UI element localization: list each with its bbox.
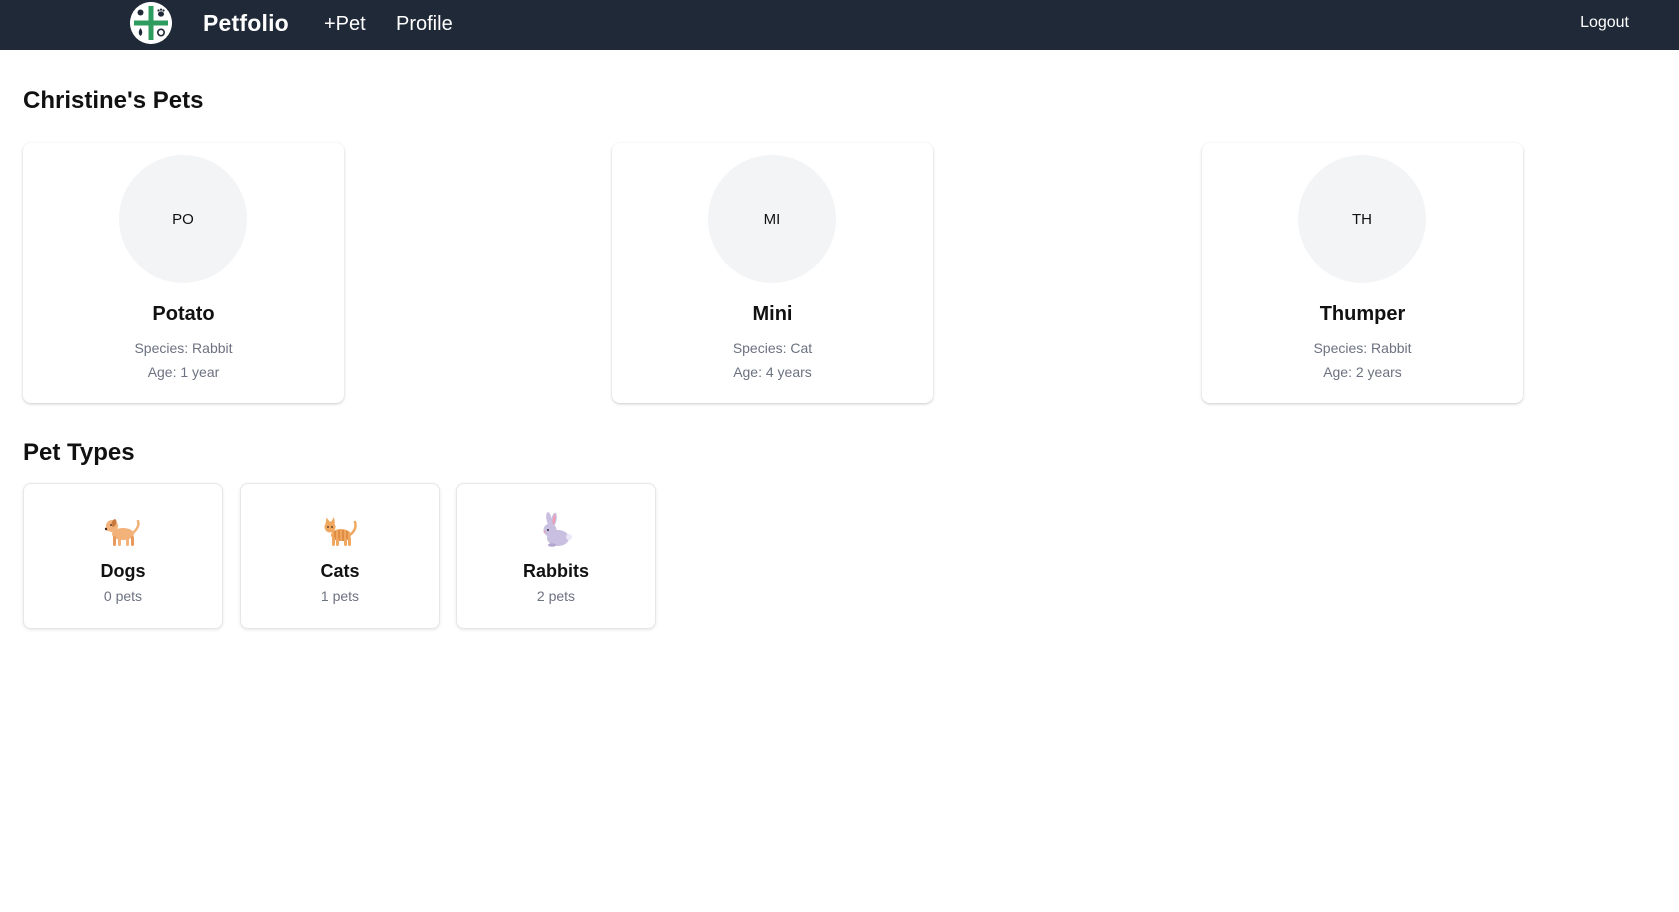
pet-avatar: MI xyxy=(708,155,836,283)
pet-types-section-title: Pet Types xyxy=(23,439,135,466)
cat-icon xyxy=(324,517,357,546)
pets-section-title: Christine's Pets xyxy=(23,87,204,114)
pet-avatar: PO xyxy=(119,155,247,283)
petfolio-logo-icon[interactable] xyxy=(130,2,172,44)
pet-type-count: 0 pets xyxy=(103,588,143,604)
pet-species: Species: Cat xyxy=(732,340,813,356)
pet-type-count: 1 pets xyxy=(320,588,360,604)
pet-type-card-rabbits[interactable]: Rabbits 2 pets xyxy=(456,483,656,629)
pet-type-count: 2 pets xyxy=(536,588,576,604)
profile-link[interactable]: Profile xyxy=(396,13,453,36)
pet-avatar: TH xyxy=(1298,155,1426,283)
rabbit-icon xyxy=(543,512,572,547)
top-navbar: Petfolio +Pet Profile Logout xyxy=(0,0,1679,50)
dog-icon xyxy=(104,519,140,546)
pet-species: Species: Rabbit xyxy=(134,340,233,356)
pet-card-thumper[interactable]: TH Thumper Species: Rabbit Age: 2 years xyxy=(1202,143,1523,403)
logout-link[interactable]: Logout xyxy=(1580,14,1629,32)
pet-card-potato[interactable]: PO Potato Species: Rabbit Age: 1 year xyxy=(23,143,344,403)
pet-type-card-dogs[interactable]: Dogs 0 pets xyxy=(23,483,223,629)
brand-link[interactable]: Petfolio xyxy=(203,10,289,37)
pet-type-name: Dogs xyxy=(100,561,146,581)
pet-name: Potato xyxy=(152,303,215,325)
add-pet-link[interactable]: +Pet xyxy=(324,13,366,36)
pet-age: Age: 1 year xyxy=(147,364,220,380)
pet-type-name: Rabbits xyxy=(522,561,589,581)
pet-card-mini[interactable]: MI Mini Species: Cat Age: 4 years xyxy=(612,143,933,403)
pet-age: Age: 4 years xyxy=(733,364,812,380)
pet-name: Thumper xyxy=(1319,303,1406,325)
pet-species: Species: Rabbit xyxy=(1313,340,1412,356)
pet-type-card-cats[interactable]: Cats 1 pets xyxy=(240,483,440,629)
pet-age: Age: 2 years xyxy=(1323,364,1402,380)
pet-type-name: Cats xyxy=(320,561,360,581)
pet-name: Mini xyxy=(752,303,793,325)
